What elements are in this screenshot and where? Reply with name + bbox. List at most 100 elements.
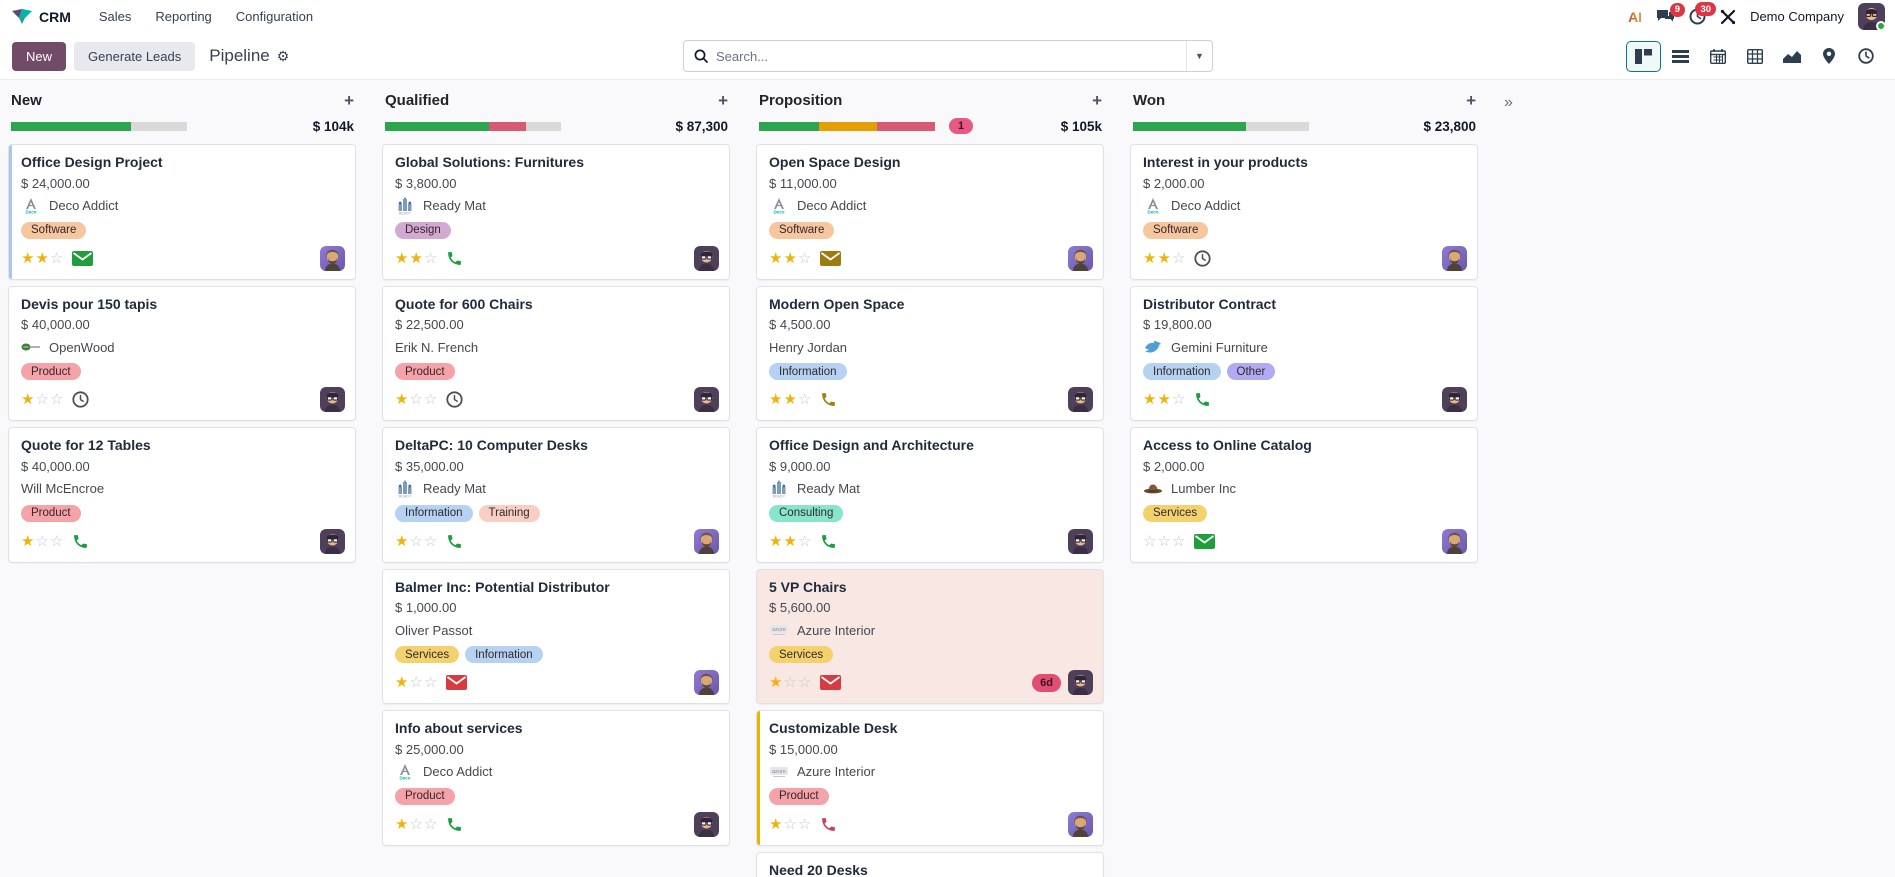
star-empty-icon[interactable]: ☆ (424, 675, 437, 690)
salesperson-avatar[interactable] (694, 246, 719, 271)
progressbar-segment[interactable] (489, 122, 526, 131)
fold-columns-arrow[interactable]: » (1504, 94, 1513, 112)
progressbar-segment[interactable] (131, 122, 187, 131)
star-empty-icon[interactable]: ☆ (798, 817, 811, 832)
salesperson-avatar[interactable] (1442, 246, 1467, 271)
tag-services[interactable]: Services (769, 646, 833, 663)
star-empty-icon[interactable]: ☆ (409, 817, 422, 832)
kanban-card[interactable]: Office Design Project$ 24,000.00DecoDeco… (8, 144, 356, 280)
kanban-card[interactable]: Modern Open Space$ 4,500.00Henry JordanI… (756, 286, 1104, 422)
tag-information[interactable]: Information (769, 363, 847, 380)
progressbar-segment[interactable] (1133, 122, 1246, 131)
salesperson-avatar[interactable] (1442, 529, 1467, 554)
nav-menu-reporting[interactable]: Reporting (145, 4, 221, 29)
tag-software[interactable]: Software (769, 222, 834, 239)
activity-phone-icon[interactable] (820, 391, 837, 408)
tag-information[interactable]: Information (395, 505, 473, 522)
star-filled-icon[interactable]: ★ (21, 534, 34, 549)
tag-product[interactable]: Product (769, 788, 829, 805)
tag-design[interactable]: Design (395, 222, 451, 239)
tag-software[interactable]: Software (21, 222, 86, 239)
star-empty-icon[interactable]: ☆ (798, 534, 811, 549)
salesperson-avatar[interactable] (694, 670, 719, 695)
tag-product[interactable]: Product (395, 788, 455, 805)
kanban-card[interactable]: Interest in your products$ 2,000.00DecoD… (1130, 144, 1478, 280)
messages-icon[interactable]: 9 (1656, 9, 1675, 25)
column-add-button[interactable]: + (1466, 92, 1476, 109)
star-empty-icon[interactable]: ☆ (798, 392, 811, 407)
star-filled-icon[interactable]: ★ (395, 392, 408, 407)
tag-software[interactable]: Software (1143, 222, 1208, 239)
star-filled-icon[interactable]: ★ (769, 675, 782, 690)
priority-stars[interactable]: ★★☆ (769, 534, 811, 549)
progressbar-segment[interactable] (1246, 122, 1309, 131)
column-counter-badge[interactable]: 1 (949, 118, 973, 134)
priority-stars[interactable]: ★☆☆ (395, 534, 437, 549)
kanban-card[interactable]: DeltaPC: 10 Computer Desks$ 35,000.00REA… (382, 427, 730, 563)
column-progressbar[interactable] (11, 122, 187, 131)
kanban-card[interactable]: Distributor Contract$ 19,800.00GGemini F… (1130, 286, 1478, 422)
kanban-card[interactable]: Devis pour 150 tapis$ 40,000.00OpenWoodP… (8, 286, 356, 422)
tag-consulting[interactable]: Consulting (769, 505, 843, 522)
activity-phone-icon[interactable] (820, 533, 837, 550)
search-input[interactable] (716, 49, 1186, 64)
star-filled-icon[interactable]: ★ (21, 251, 34, 266)
star-filled-icon[interactable]: ★ (35, 251, 48, 266)
salesperson-avatar[interactable] (320, 387, 345, 412)
star-empty-icon[interactable]: ☆ (424, 392, 437, 407)
progressbar-segment[interactable] (877, 122, 935, 131)
kanban-card[interactable]: 5 VP Chairs$ 5,600.00azureAzure Interior… (756, 569, 1104, 705)
activity-envelope-icon[interactable] (820, 251, 841, 266)
activity-phone-icon[interactable] (446, 816, 463, 833)
view-switch-kanban[interactable] (1626, 41, 1661, 72)
star-filled-icon[interactable]: ★ (769, 392, 782, 407)
column-progressbar[interactable] (759, 122, 935, 131)
star-filled-icon[interactable]: ★ (783, 534, 796, 549)
kanban-card[interactable]: Open Space Design$ 11,000.00DecoDeco Add… (756, 144, 1104, 280)
column-add-button[interactable]: + (718, 92, 728, 109)
activity-phone-icon[interactable] (446, 533, 463, 550)
priority-stars[interactable]: ★☆☆ (769, 817, 811, 832)
tag-other[interactable]: Other (1227, 363, 1276, 380)
tag-information[interactable]: Information (465, 646, 543, 663)
salesperson-avatar[interactable] (694, 812, 719, 837)
salesperson-avatar[interactable] (694, 387, 719, 412)
tag-product[interactable]: Product (21, 505, 81, 522)
star-empty-icon[interactable]: ☆ (409, 675, 422, 690)
salesperson-avatar[interactable] (1068, 670, 1093, 695)
kanban-card[interactable]: Info about services$ 25,000.00DecoDeco A… (382, 710, 730, 846)
kanban-card[interactable]: Global Solutions: Furnitures$ 3,800.00RE… (382, 144, 730, 280)
priority-stars[interactable]: ★★☆ (769, 251, 811, 266)
star-filled-icon[interactable]: ★ (395, 817, 408, 832)
priority-stars[interactable]: ★☆☆ (395, 675, 437, 690)
priority-stars[interactable]: ★☆☆ (395, 817, 437, 832)
salesperson-avatar[interactable] (1068, 529, 1093, 554)
salesperson-avatar[interactable] (1442, 387, 1467, 412)
star-empty-icon[interactable]: ☆ (1143, 534, 1156, 549)
tag-product[interactable]: Product (21, 363, 81, 380)
star-empty-icon[interactable]: ☆ (424, 251, 437, 266)
kanban-card[interactable]: Office Design and Architecture$ 9,000.00… (756, 427, 1104, 563)
nav-menu-configuration[interactable]: Configuration (226, 4, 323, 29)
star-empty-icon[interactable]: ☆ (50, 534, 63, 549)
star-filled-icon[interactable]: ★ (21, 392, 34, 407)
view-switch-activity[interactable] (1848, 41, 1883, 72)
tag-training[interactable]: Training (479, 505, 540, 522)
salesperson-avatar[interactable] (1068, 246, 1093, 271)
activity-clock-icon[interactable] (72, 391, 89, 408)
star-empty-icon[interactable]: ☆ (424, 534, 437, 549)
user-avatar[interactable] (1858, 3, 1885, 30)
activity-phone-icon[interactable] (446, 250, 463, 267)
star-filled-icon[interactable]: ★ (783, 251, 796, 266)
generate-leads-button[interactable]: Generate Leads (74, 42, 195, 71)
nav-menu-sales[interactable]: Sales (89, 4, 142, 29)
priority-stars[interactable]: ★☆☆ (769, 675, 811, 690)
priority-stars[interactable]: ★★☆ (1143, 251, 1185, 266)
star-empty-icon[interactable]: ☆ (50, 392, 63, 407)
column-add-button[interactable]: + (1092, 92, 1102, 109)
view-switch-map[interactable] (1811, 41, 1846, 72)
search-dropdown-toggle[interactable]: ▼ (1186, 41, 1212, 71)
column-progressbar[interactable] (1133, 122, 1309, 131)
kanban-card[interactable]: Balmer Inc: Potential Distributor$ 1,000… (382, 569, 730, 705)
progressbar-segment[interactable] (526, 122, 561, 131)
